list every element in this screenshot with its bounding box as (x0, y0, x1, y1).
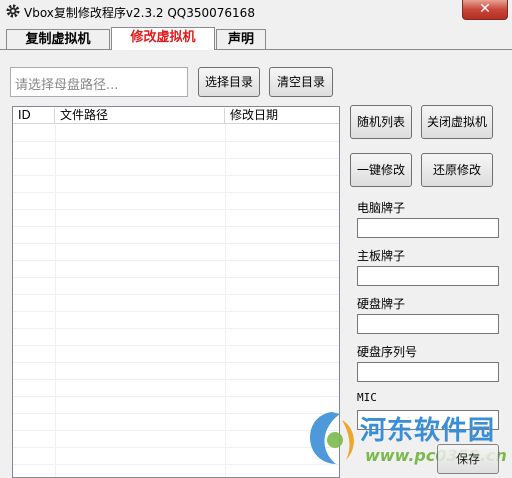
title-bar: Vbox复制修改程序v2.3.2 QQ350076168 ✕ (0, 0, 512, 24)
tab-label: 复制虚拟机 (25, 32, 91, 47)
random-list-button[interactable]: 随机列表 (350, 105, 412, 139)
disk-brand-field[interactable] (357, 314, 499, 334)
grid-line (13, 430, 339, 431)
tab-label: 声明 (227, 32, 254, 47)
close-button[interactable]: ✕ (462, 0, 508, 20)
grid-line (13, 345, 339, 346)
grid-line (13, 447, 339, 448)
column-header-date[interactable]: 修改日期 (225, 108, 339, 124)
grid-line (13, 311, 339, 312)
close-vm-button[interactable]: 关闭虚拟机 (421, 105, 493, 139)
window-title: Vbox复制修改程序v2.3.2 QQ350076168 (24, 6, 255, 20)
mic-label: MIC (357, 391, 377, 404)
grid-line (13, 141, 339, 142)
grid-line (13, 158, 339, 159)
grid-line (13, 175, 339, 176)
watermark-brand: 河东软件园 (360, 416, 496, 446)
save-button[interactable]: 保存 (437, 444, 499, 474)
file-list[interactable]: ID 文件路径 修改日期 (12, 106, 340, 478)
tab-divider (0, 49, 512, 50)
grid-line (13, 413, 339, 414)
grid-line (13, 277, 339, 278)
grid-line (55, 124, 56, 477)
one-click-modify-button[interactable]: 一键修改 (350, 153, 412, 187)
grid-line (13, 396, 339, 397)
motherboard-brand-label: 主板牌子 (357, 249, 406, 263)
tab-statement[interactable]: 声明 (216, 29, 266, 49)
gear-icon (6, 4, 20, 18)
column-header-path[interactable]: 文件路径 (55, 108, 225, 124)
grid-line (13, 209, 339, 210)
tab-label: 修改虚拟机 (130, 30, 196, 45)
motherboard-brand-field[interactable] (357, 266, 499, 286)
tab-copy-vm[interactable]: 复制虚拟机 (6, 29, 110, 49)
grid-line (13, 243, 339, 244)
grid-line (13, 464, 339, 465)
disk-serial-label: 硬盘序列号 (357, 345, 418, 359)
restore-modify-button[interactable]: 还原修改 (421, 153, 493, 187)
disk-brand-label: 硬盘牌子 (357, 297, 406, 311)
close-icon: ✕ (479, 1, 491, 17)
grid-line (13, 260, 339, 261)
list-header: ID 文件路径 修改日期 (13, 107, 339, 124)
disk-serial-field[interactable] (357, 362, 499, 382)
computer-brand-field[interactable] (357, 218, 499, 238)
grid-line (13, 379, 339, 380)
select-dir-button[interactable]: 选择目录 (198, 67, 260, 97)
watermark-logo-icon (310, 412, 354, 464)
grid-line (225, 124, 226, 477)
grid-line (13, 192, 339, 193)
path-input[interactable]: 请选择母盘路径... (10, 67, 188, 97)
clear-dir-button[interactable]: 清空目录 (269, 67, 333, 97)
tab-modify-vm[interactable]: 修改虚拟机 (111, 27, 215, 50)
computer-brand-label: 电脑牌子 (357, 201, 406, 215)
column-header-id[interactable]: ID (13, 108, 55, 124)
grid-line (13, 294, 339, 295)
grid-line (13, 226, 339, 227)
grid-line (13, 328, 339, 329)
grid-line (13, 362, 339, 363)
